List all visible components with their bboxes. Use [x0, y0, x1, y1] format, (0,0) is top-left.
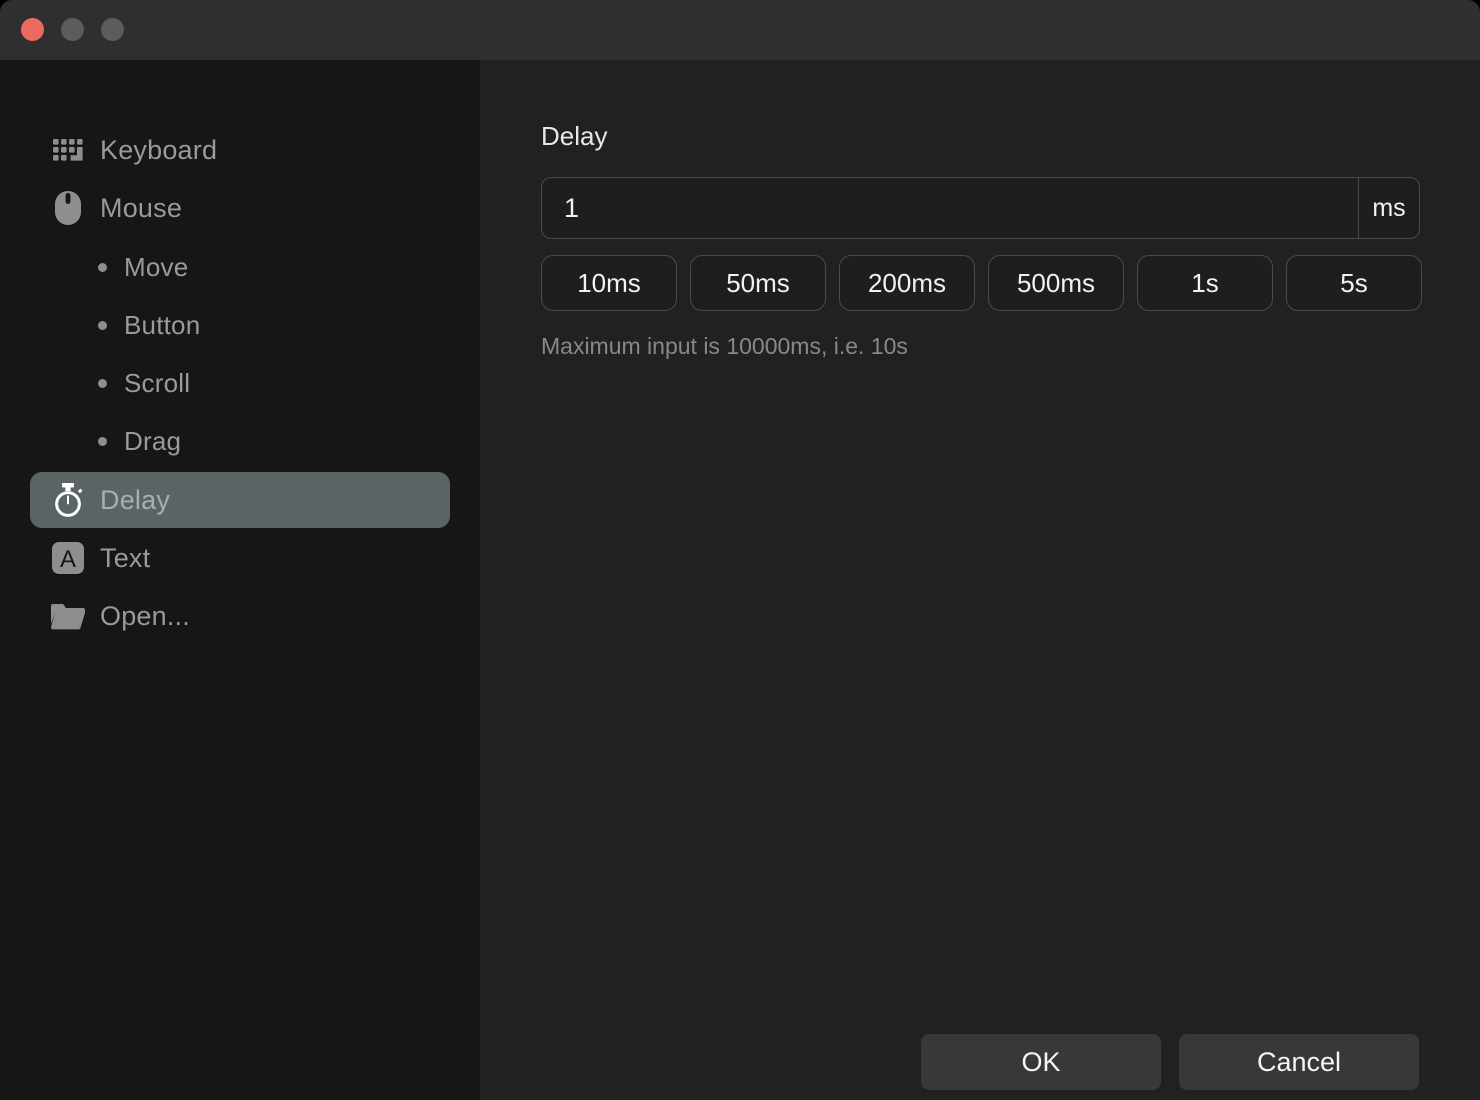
main-panel: Delay ms 10ms 50ms 200ms 500ms 1s 5s Max…	[480, 60, 1480, 1100]
sidebar-item-button[interactable]: Button	[30, 296, 450, 354]
delay-input-group: ms	[541, 177, 1420, 239]
sidebar-item-label: Delay	[100, 484, 171, 515]
preset-1s-button[interactable]: 1s	[1137, 255, 1273, 311]
mouse-icon	[50, 190, 86, 226]
titlebar	[0, 0, 1480, 60]
sidebar-item-move[interactable]: Move	[30, 238, 450, 296]
sidebar-item-label: Scroll	[124, 367, 191, 398]
preset-10ms-button[interactable]: 10ms	[541, 255, 677, 311]
sidebar-item-label: Text	[100, 542, 151, 573]
max-input-hint: Maximum input is 10000ms, i.e. 10s	[541, 333, 908, 359]
ok-button[interactable]: OK	[921, 1034, 1161, 1090]
sidebar-item-label: Move	[124, 251, 189, 282]
sidebar-item-text[interactable]: A Text	[30, 530, 450, 586]
dialog-footer: OK Cancel	[921, 1034, 1419, 1090]
sidebar: Keyboard Mouse Move Button Scroll Drag D…	[0, 60, 480, 1100]
bullet-icon	[98, 320, 107, 330]
delay-preset-group: 10ms 50ms 200ms 500ms 1s 5s	[541, 255, 1422, 311]
preset-50ms-button[interactable]: 50ms	[690, 255, 826, 311]
bullet-icon	[98, 436, 107, 446]
sidebar-item-keyboard[interactable]: Keyboard	[30, 122, 450, 178]
page-title: Delay	[541, 121, 608, 151]
minimize-window-button[interactable]	[61, 18, 84, 41]
sidebar-item-label: Open...	[100, 600, 190, 631]
preset-500ms-button[interactable]: 500ms	[988, 255, 1124, 311]
sidebar-item-scroll[interactable]: Scroll	[30, 354, 450, 412]
sidebar-item-label: Keyboard	[100, 134, 218, 165]
sidebar-item-drag[interactable]: Drag	[30, 412, 450, 470]
sidebar-item-open[interactable]: Open...	[30, 588, 450, 644]
delay-input[interactable]	[542, 178, 1358, 238]
sidebar-item-label: Button	[124, 309, 201, 340]
sidebar-nav: Keyboard Mouse Move Button Scroll Drag D…	[0, 60, 480, 644]
folder-icon	[50, 598, 86, 634]
window-controls	[21, 18, 124, 41]
bullet-icon	[98, 378, 107, 388]
settings-window: Keyboard Mouse Move Button Scroll Drag D…	[0, 0, 1480, 1100]
sidebar-item-mouse[interactable]: Mouse	[30, 180, 450, 236]
stopwatch-icon	[50, 482, 86, 518]
svg-text:A: A	[60, 546, 76, 573]
sidebar-item-delay[interactable]: Delay	[30, 472, 450, 528]
cancel-button[interactable]: Cancel	[1179, 1034, 1419, 1090]
keyboard-icon	[50, 132, 86, 168]
preset-200ms-button[interactable]: 200ms	[839, 255, 975, 311]
delay-unit-label: ms	[1358, 178, 1419, 238]
close-window-button[interactable]	[21, 18, 44, 41]
maximize-window-button[interactable]	[101, 18, 124, 41]
sidebar-item-label: Drag	[124, 425, 182, 456]
sidebar-item-label: Mouse	[100, 192, 183, 223]
bullet-icon	[98, 262, 107, 272]
preset-5s-button[interactable]: 5s	[1286, 255, 1422, 311]
text-a-icon: A	[50, 540, 86, 576]
